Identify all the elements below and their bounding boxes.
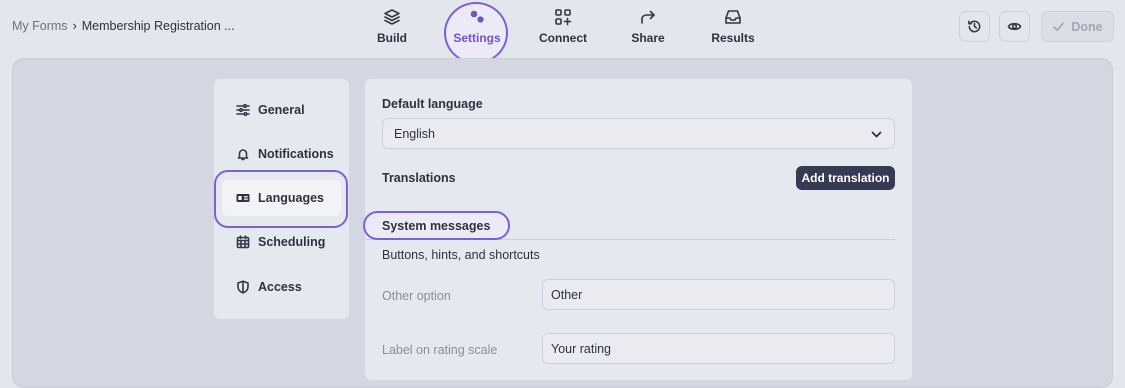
sidebar-item-scheduling[interactable]: Scheduling <box>222 224 341 260</box>
eye-icon <box>1007 22 1022 31</box>
shield-icon <box>237 280 249 294</box>
sidebar-item-label: Scheduling <box>258 235 326 249</box>
nav-share[interactable]: Share <box>630 8 666 52</box>
breadcrumb-separator: › <box>72 19 77 33</box>
add-translation-button[interactable]: Add translation <box>796 166 895 190</box>
breadcrumb: My Forms › Membership Registration ... <box>12 19 235 33</box>
breadcrumb-current: Membership Registration ... <box>81 19 235 33</box>
default-language-label: Default language <box>382 97 483 111</box>
sidebar-item-general[interactable]: General <box>222 92 341 128</box>
tab-system-messages[interactable]: System messages <box>363 211 510 240</box>
other-option-label: Other option <box>382 289 451 303</box>
nav-results[interactable]: Results <box>711 8 755 52</box>
nav-connect-label: Connect <box>539 31 587 45</box>
sidebar-item-access[interactable]: Access <box>222 269 341 305</box>
sliders-icon <box>236 103 250 117</box>
nav-settings-label: Settings <box>453 31 501 45</box>
preview-button[interactable] <box>999 11 1030 42</box>
done-label: Done <box>1071 19 1103 34</box>
nav-build[interactable]: Build <box>377 8 407 52</box>
history-icon <box>968 20 981 33</box>
calendar-icon <box>236 235 250 249</box>
section-subtitle: Buttons, hints, and shortcuts <box>382 248 540 262</box>
language-icon <box>236 194 250 202</box>
rating-scale-label: Label on rating scale <box>382 343 498 357</box>
translations-label: Translations <box>382 171 456 185</box>
sidebar-item-label: General <box>258 103 305 117</box>
gears-icon <box>470 10 484 23</box>
sidebar-item-label: Languages <box>258 191 324 205</box>
done-button[interactable]: Done <box>1041 11 1114 42</box>
chevron-down-icon <box>871 131 882 138</box>
tab-system-messages-label: System messages <box>382 218 491 233</box>
sidebar-item-label: Notifications <box>258 147 334 161</box>
sidebar-item-languages[interactable]: Languages <box>222 180 341 216</box>
nav-share-label: Share <box>631 31 665 45</box>
nav-connect[interactable]: Connect <box>538 8 588 52</box>
rating-scale-input[interactable]: Your rating <box>542 333 895 364</box>
share-arrow-icon <box>641 10 655 24</box>
inbox-icon <box>725 10 741 24</box>
bell-icon <box>237 149 249 161</box>
default-language-select[interactable]: English <box>382 118 895 149</box>
nav-settings[interactable]: Settings <box>452 8 502 52</box>
apps-add-icon <box>555 9 572 26</box>
settings-side-menu: General Notifications Languages Scheduli… <box>214 79 349 319</box>
nav-build-label: Build <box>377 31 407 45</box>
breadcrumb-root[interactable]: My Forms <box>12 19 68 33</box>
sidebar-item-label: Access <box>258 280 302 294</box>
layers-icon <box>384 9 400 25</box>
other-option-value: Other <box>551 287 583 302</box>
nav-results-label: Results <box>711 31 755 45</box>
rating-scale-value: Your rating <box>551 341 611 356</box>
history-button[interactable] <box>959 11 990 42</box>
check-icon <box>1053 22 1065 32</box>
top-bar: My Forms › Membership Registration ... Bui… <box>0 0 1125 64</box>
default-language-value: English <box>394 126 435 141</box>
sidebar-item-notifications[interactable]: Notifications <box>222 136 341 172</box>
other-option-input[interactable]: Other <box>542 279 895 310</box>
